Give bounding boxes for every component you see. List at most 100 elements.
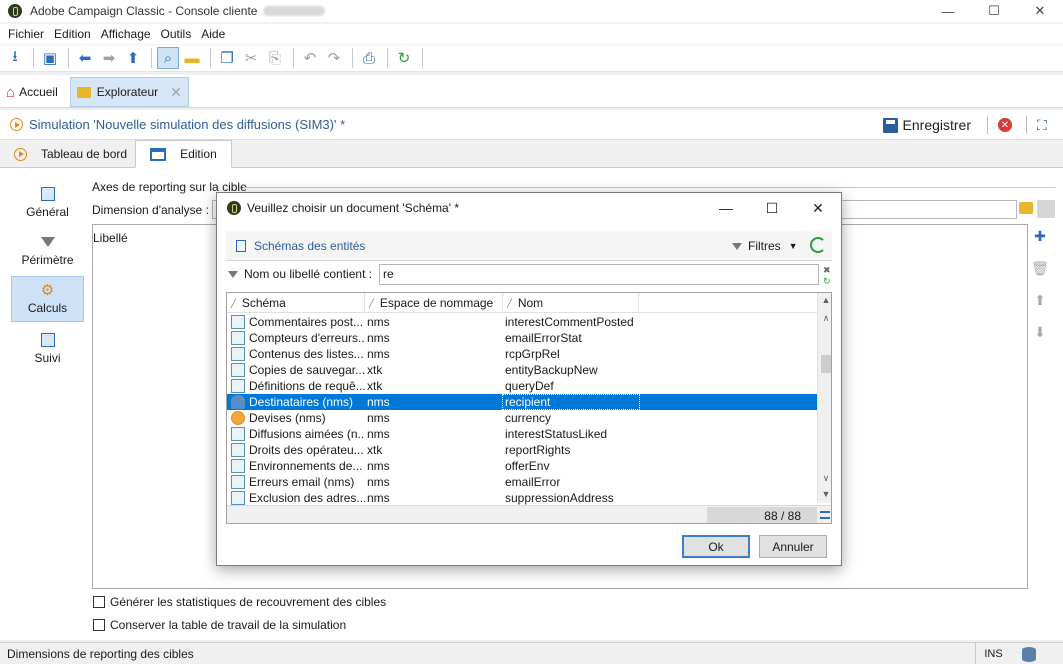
cut-icon[interactable]: ✂: [240, 47, 262, 69]
list-menu-icon[interactable]: [820, 511, 830, 519]
entity-schemas-link[interactable]: Schémas des entités: [236, 239, 365, 253]
cell-namespace: nms: [367, 347, 390, 361]
add-icon[interactable]: ✚: [1032, 228, 1048, 244]
undo-icon[interactable]: ↶: [299, 47, 321, 69]
table-row[interactable]: Devises (nms) nms currency: [227, 410, 817, 426]
paste-icon[interactable]: ⎘: [264, 47, 286, 69]
menu-fichier[interactable]: Fichier: [3, 27, 49, 41]
folder-icon: [76, 86, 91, 98]
menu-aide[interactable]: Aide: [196, 27, 230, 41]
cell-namespace: xtk: [367, 443, 383, 457]
simulation-header: Simulation 'Nouvelle simulation des diff…: [0, 110, 1063, 140]
cell-name: currency: [505, 411, 552, 425]
explorer-icon[interactable]: ▣: [39, 47, 61, 69]
list-actions: ✚ 🗑 ⬆ ⬇: [1031, 224, 1052, 356]
tab-edition[interactable]: Edition: [135, 140, 232, 168]
minimize-icon[interactable]: —: [925, 0, 971, 22]
search-input[interactable]: re: [379, 264, 819, 285]
cancel-button[interactable]: Annuler: [759, 535, 827, 558]
cell-name: interestCommentPosted: [505, 315, 634, 329]
scroll-bottom-icon[interactable]: ▼: [821, 489, 831, 499]
column-namespace[interactable]: ╱ Espace de nommage: [365, 293, 503, 313]
tab-accueil-label: Accueil: [19, 85, 58, 99]
nav-perimetre[interactable]: Périmètre: [11, 229, 84, 275]
table-row[interactable]: Définitions de requê... xtk queryDef: [227, 378, 817, 394]
minimize-icon[interactable]: —: [703, 193, 749, 223]
scroll-down-icon[interactable]: ∨: [821, 473, 831, 484]
table-row[interactable]: Copies de sauvegar... xtk entityBackupNew: [227, 362, 817, 378]
dialog-toolbar: Schémas des entités Filtres ▼: [226, 231, 832, 261]
new-icon[interactable]: ⭳: [4, 47, 26, 69]
menu-affichage[interactable]: Affichage: [96, 27, 156, 41]
search-label: Nom ou libellé contient :: [244, 267, 373, 281]
table-row[interactable]: Compteurs d'erreurs... nms emailErrorStat: [227, 330, 817, 346]
table-row[interactable]: Destinataires (nms) nms recipient: [227, 394, 817, 410]
column-schema[interactable]: ╱ Schéma: [227, 293, 365, 313]
gear-icon: ⚙: [40, 282, 55, 299]
redo-icon[interactable]: ↷: [323, 47, 345, 69]
checkbox-conserver[interactable]: Conserver la table de travail de la simu…: [93, 618, 346, 632]
nav-perimetre-label: Périmètre: [21, 253, 74, 267]
reload-search-icon[interactable]: ↻: [823, 276, 831, 287]
title-bar: Adobe Campaign Classic - Console cliente…: [0, 0, 1063, 22]
copy-icon[interactable]: ❐: [216, 47, 238, 69]
maximize-icon[interactable]: ☐: [971, 0, 1017, 22]
tab-tableau-de-bord[interactable]: Tableau de bord: [6, 141, 135, 167]
checkbox-statistiques[interactable]: Générer les statistiques de recouvrement…: [93, 595, 386, 609]
table-row[interactable]: Exclusion des adres... nms suppressionAddr…: [227, 490, 817, 506]
tab-accueil[interactable]: ⌂ Accueil: [0, 77, 64, 107]
search-icon[interactable]: ⌕: [157, 47, 179, 69]
clear-search-icon[interactable]: ✖: [823, 265, 831, 276]
nav-calculs[interactable]: ⚙ Calculs: [11, 276, 84, 322]
forward-icon[interactable]: ➡: [98, 47, 120, 69]
cell-namespace: nms: [367, 475, 390, 489]
column-name[interactable]: ╱ Nom: [503, 293, 639, 313]
save-button[interactable]: Enregistrer: [882, 117, 971, 133]
move-up-icon[interactable]: ⬆: [1032, 292, 1048, 308]
table-row[interactable]: Environnements de... nms offerEnv: [227, 458, 817, 474]
maximize-icon[interactable]: ☐: [749, 193, 795, 223]
window-icon: [150, 147, 167, 161]
close-icon[interactable]: ✕: [795, 193, 841, 223]
ok-button[interactable]: Ok: [682, 535, 750, 558]
close-icon[interactable]: ✕: [1017, 0, 1063, 22]
refresh-icon[interactable]: ↻: [393, 47, 415, 69]
cell-schema: Commentaires post...: [249, 315, 364, 329]
scroll-thumb[interactable]: [821, 355, 831, 373]
menu-outils[interactable]: Outils: [156, 27, 197, 41]
cell-name: interestStatusLiked: [505, 427, 608, 441]
filters-dropdown[interactable]: Filtres ▼: [732, 239, 798, 253]
menu-edition[interactable]: Edition: [49, 27, 96, 41]
window-title: Adobe Campaign Classic - Console cliente: [30, 4, 258, 18]
document-icon: [40, 187, 55, 201]
print-icon[interactable]: ⎙: [358, 47, 380, 69]
folder-icon[interactable]: ▬: [181, 47, 203, 69]
cell-name: reportRights: [505, 443, 571, 457]
table-row[interactable]: Droits des opérateu... xtk reportRights: [227, 442, 817, 458]
table-row[interactable]: Diffusions aimées (n... nms interestStatus…: [227, 426, 817, 442]
delete-icon[interactable]: 🗑: [1031, 260, 1049, 276]
cell-schema: Droits des opérateu...: [249, 443, 364, 457]
scrollbar[interactable]: ▲ ∧ ∨ ▼: [817, 293, 831, 503]
table-row[interactable]: Erreurs email (nms) nms emailError: [227, 474, 817, 490]
up-icon[interactable]: ⬆: [122, 47, 144, 69]
scroll-top-icon[interactable]: ▲: [821, 295, 831, 305]
nav-general[interactable]: Général: [11, 180, 84, 226]
refresh-icon[interactable]: [810, 237, 826, 253]
fullscreen-icon[interactable]: ⛶: [1037, 117, 1053, 133]
back-icon[interactable]: ⬅: [74, 47, 96, 69]
cell-name: emailError: [505, 475, 561, 489]
close-tab-icon[interactable]: ✕: [170, 84, 182, 101]
scroll-up-icon[interactable]: ∧: [821, 313, 831, 324]
table-row[interactable]: Contenus des listes... nms rcpGrpRel: [227, 346, 817, 362]
stop-icon[interactable]: ✕: [998, 118, 1012, 132]
cell-namespace: nms: [367, 491, 390, 505]
nav-suivi[interactable]: Suivi: [11, 326, 84, 372]
cell-namespace: nms: [367, 411, 390, 425]
folder-icon[interactable]: [1019, 202, 1033, 214]
tab-explorateur[interactable]: Explorateur ✕: [69, 77, 189, 107]
clear-button[interactable]: [1037, 200, 1055, 218]
cell-schema: Définitions de requê...: [249, 379, 365, 393]
move-down-icon[interactable]: ⬇: [1032, 324, 1048, 340]
table-row[interactable]: Commentaires post... nms interestCommentPo…: [227, 314, 817, 330]
